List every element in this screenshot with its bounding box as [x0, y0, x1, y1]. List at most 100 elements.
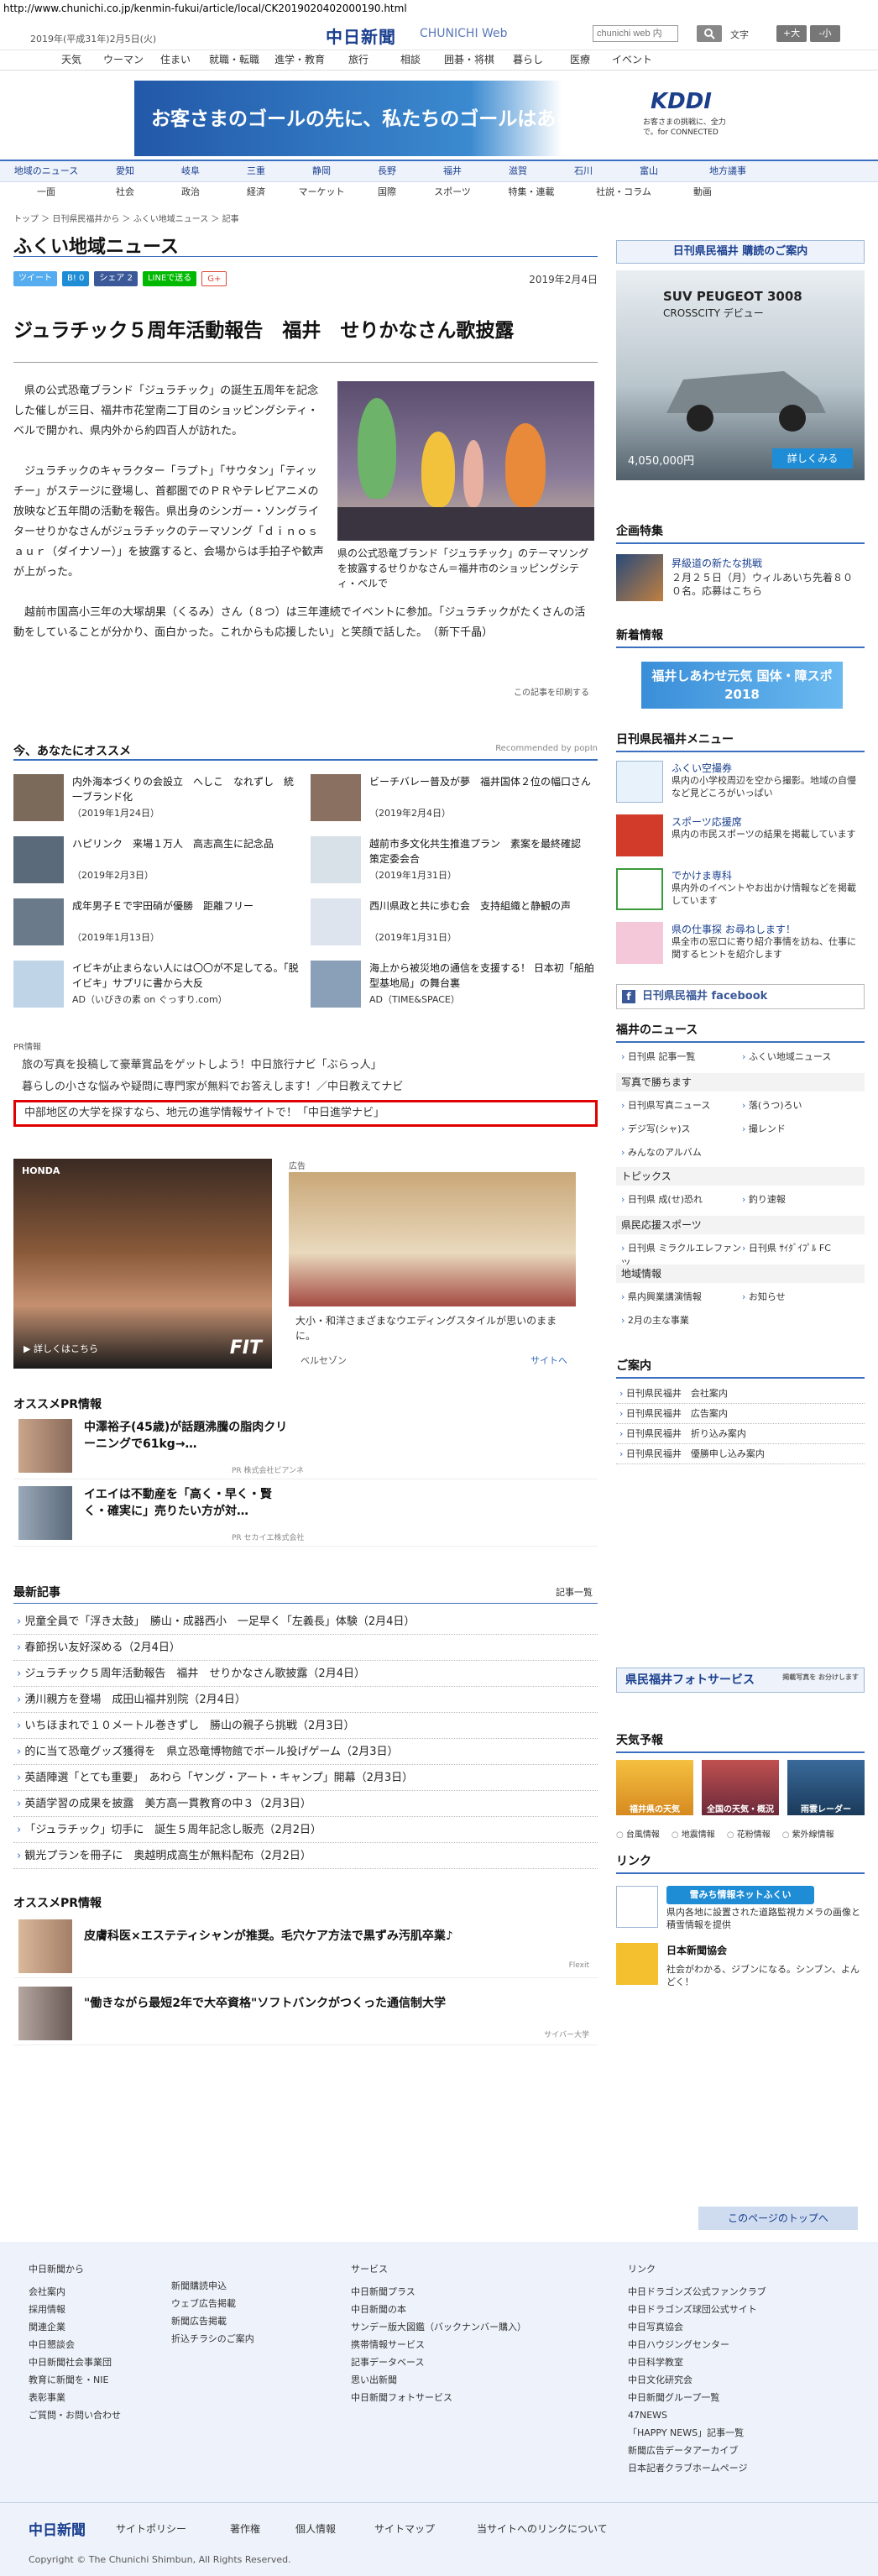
news-link[interactable]: ふくい地域ニュース: [742, 1050, 865, 1065]
weather-link[interactable]: 紫外線情報: [782, 1827, 834, 1840]
link-item[interactable]: 雪みち情報ネットふくい 県内各地に設置された道路監視カメラの画像と積雪情報を提供: [616, 1886, 865, 1933]
top-nav-item[interactable]: 医療: [554, 50, 606, 70]
top-nav-item[interactable]: 進学・教育: [267, 50, 332, 70]
footer-link[interactable]: 採用情報: [29, 2301, 121, 2318]
footer-link[interactable]: 新聞広告掲載: [171, 2312, 254, 2330]
top-nav-item[interactable]: 囲碁・将棋: [436, 50, 502, 70]
regional-nav-item[interactable]: 福井: [420, 161, 485, 181]
breadcrumb[interactable]: トップ ＞ 日刊県民福井から ＞ ふくい地域ニュース ＞ 記事: [13, 212, 239, 224]
latest-more-link[interactable]: 記事一覧: [556, 1585, 593, 1599]
honda-ad[interactable]: HONDA ▶ 詳しくはこちら FIT: [13, 1159, 272, 1369]
latest-item[interactable]: 湧川親方を登場 成田山福井別院（2月4日）: [13, 1687, 598, 1713]
footer-link[interactable]: 中日ドラゴンズ公式ファンクラブ: [628, 2283, 766, 2301]
regional-nav-item[interactable]: 三重: [223, 161, 289, 181]
menu-item[interactable]: 県の仕事探 お尋ねします！ 県全市の窓口に寄り紹介事情を訪ね、仕事に関するヒント…: [616, 922, 865, 972]
top-nav-item[interactable]: 就職・転職: [201, 50, 267, 70]
footer-link[interactable]: 「HAPPY NEWS」記事一覧: [628, 2424, 766, 2442]
pr-link[interactable]: 暮らしの小さな悩みや疑問に専門家が無料でお答えします！／中日教えてナビ: [22, 1076, 593, 1098]
latest-item[interactable]: 英語陣選「とても重要」 あわら「ヤング・アート・キャンプ」開幕（2月3日）: [13, 1765, 598, 1791]
line-share-button[interactable]: LINEで送る: [142, 271, 197, 286]
latest-item[interactable]: 児童全員で「浮き太鼓」 勝山・成器西小 一足早く「左義長」体験（2月4日）: [13, 1609, 598, 1635]
pr-highlight-box[interactable]: 中部地区の大学を探すなら、地元の進学情報サイトで！「中日進学ナビ」: [13, 1100, 598, 1127]
top-nav-item[interactable]: 旅行: [332, 50, 384, 70]
regional-nav-item[interactable]: 地域のニュース: [0, 161, 92, 181]
section-nav-item[interactable]: 政治: [158, 182, 223, 202]
recommend-item[interactable]: ハピリンク 来場１万人 高志高生に記念品 （2019年2月3日）: [13, 836, 301, 887]
weather-link[interactable]: 地震情報: [672, 1827, 715, 1840]
photo-link[interactable]: 撮レンド: [742, 1122, 865, 1137]
footer-bar-link[interactable]: サイトマップ: [374, 2521, 435, 2536]
photo-link[interactable]: 日刊県写真ニュース: [621, 1098, 744, 1113]
topics-link[interactable]: 日刊県 成(せ)恐れ: [621, 1192, 744, 1207]
annai-link[interactable]: 日刊県民福井 折り込み案内: [616, 1424, 865, 1444]
footer-link[interactable]: 新聞広告データアーカイブ: [628, 2442, 766, 2459]
section-nav-item[interactable]: 社説・コラム: [577, 182, 670, 202]
font-large-button[interactable]: +大: [776, 25, 807, 42]
footer-link[interactable]: 中日新聞フォトサービス: [351, 2389, 526, 2406]
facebook-page-button[interactable]: f 日刊県民福井 facebook: [616, 984, 865, 1009]
latest-item[interactable]: 春節拐い友好深める（2月4日）: [13, 1635, 598, 1661]
pr-link[interactable]: 旅の写真を投稿して豪華賞品をゲットしよう！中日旅行ナビ「ぶらっ人」: [22, 1055, 593, 1076]
footer-link[interactable]: 中日写真協会: [628, 2318, 766, 2336]
menu-item[interactable]: ふくい空撮券 県内の小学校周辺を空から撮影。地域の自慢など見どころがいっぱい: [616, 761, 865, 811]
weather-box[interactable]: 雨雲レーダー: [787, 1760, 865, 1815]
local-link[interactable]: 2月の主な事業: [621, 1313, 744, 1328]
footer-link[interactable]: 記事データベース: [351, 2353, 526, 2371]
footer-link[interactable]: 中日科学教室: [628, 2353, 766, 2371]
footer-link[interactable]: 新聞購読申込: [171, 2277, 254, 2295]
regional-nav-item[interactable]: 石川: [551, 161, 616, 181]
hatena-button[interactable]: B! 0: [62, 271, 90, 286]
sports-link[interactable]: 日刊県 ｻｲﾀﾞｲﾌﾟﾙ FC: [742, 1241, 865, 1256]
feature-item[interactable]: 昇級道の新たな挑戦 ２月２５日（月）ウィルあいち先着８００名。応募はこちら: [616, 554, 865, 601]
topics-link[interactable]: 釣り速報: [742, 1192, 865, 1207]
subscribe-button[interactable]: 日刊県民福井 購読のご案内: [616, 240, 865, 264]
latest-item[interactable]: 的に当て恐竜グッズ獲得を 県立恐竜博物館でボール投げゲーム（2月3日）: [13, 1739, 598, 1765]
photo-link[interactable]: 落(うつ)ろい: [742, 1098, 865, 1113]
footer-bar-link[interactable]: サイトポリシー: [116, 2521, 186, 2536]
gplus-button[interactable]: G+: [201, 271, 227, 286]
regional-nav-item[interactable]: 愛知: [92, 161, 158, 181]
print-link[interactable]: この記事を印刷する: [514, 685, 589, 698]
osusume-pr2-item[interactable]: "働きながら最短2年で大卒資格"ソフトバンクがつくった通信制大学 サイバー大学: [13, 1987, 598, 2045]
latest-item[interactable]: 観光プランを冊子に 奥越明成高生が無料配布（2月2日）: [13, 1843, 598, 1869]
footer-link[interactable]: 中日懇談会: [29, 2336, 121, 2353]
footer-logo[interactable]: 中日新聞: [29, 2518, 86, 2539]
latest-item[interactable]: ジュラチック５周年活動報告 福井 せりかなさん歌披露（2月4日）: [13, 1661, 598, 1687]
annai-link[interactable]: 日刊県民福井 優勝申し込み案内: [616, 1444, 865, 1464]
footer-link[interactable]: 折込チラシのご案内: [171, 2330, 254, 2348]
facebook-share-button[interactable]: シェア 2: [94, 271, 138, 286]
regional-nav-item[interactable]: 静岡: [289, 161, 354, 181]
footer-bar-link[interactable]: 個人情報: [295, 2521, 336, 2536]
footer-link[interactable]: 中日新聞プラス: [351, 2283, 526, 2301]
osusume-pr-item[interactable]: イエイは不動産を「高く・早く・賢く・確実に」売りたい方が対… PR セカイエ株式…: [13, 1486, 598, 1547]
osusume-pr-item[interactable]: 中澤裕子(45歳)が話題沸騰の脂肉クリーニングで61kg→… PR 株式会社ビア…: [13, 1419, 598, 1479]
pr-highlight-link[interactable]: 中部地区の大学を探すなら、地元の進学情報サイトで！「中日進学ナビ」: [16, 1102, 595, 1124]
wedding-ad-image[interactable]: [289, 1172, 576, 1306]
footer-link[interactable]: 表彰事業: [29, 2389, 121, 2406]
honda-ad-more[interactable]: ▶ 詳しくはこちら: [24, 1342, 98, 1355]
search-input[interactable]: [593, 25, 678, 42]
annai-link[interactable]: 日刊県民福井 会社案内: [616, 1384, 865, 1404]
recommend-item[interactable]: 越前市多文化共生推進プラン 素案を最終確認 策定委会合 （2019年1月31日）: [311, 836, 598, 887]
footer-link[interactable]: 中日新聞社会事業団: [29, 2353, 121, 2371]
footer-link[interactable]: 関連企業: [29, 2318, 121, 2336]
recommend-item[interactable]: 内外海本づくりの会設立 へしこ なれずし 統一ブランド化 （2019年1月24日…: [13, 774, 301, 825]
footer-link[interactable]: 思い出新聞: [351, 2371, 526, 2389]
recommend-item[interactable]: 西川県政と共に歩む会 支持組織と静観の声 （2019年1月31日）: [311, 898, 598, 949]
recommend-item[interactable]: イビキが止まらない人には〇〇が不足してる。「脱イビキ」サプリに書から大反 AD（…: [13, 961, 301, 1011]
footer-link[interactable]: 会社案内: [29, 2283, 121, 2301]
wedding-ad[interactable]: 広告 大小・和洋さまざまなウエディングスタイルが思いのままに。 ベルセゾン サイ…: [289, 1159, 576, 1369]
regional-nav-item[interactable]: 滋賀: [485, 161, 551, 181]
top-nav-item[interactable]: イベント: [606, 50, 658, 70]
footer-link[interactable]: 中日ハウジングセンター: [628, 2336, 766, 2353]
top-nav-item[interactable]: 暮らし: [502, 50, 554, 70]
link-item-button[interactable]: 雪みち情報ネットふくい: [666, 1886, 814, 1904]
local-link[interactable]: お知らせ: [742, 1290, 865, 1305]
top-nav-item[interactable]: 相談: [384, 50, 436, 70]
footer-link[interactable]: 日本記者クラブホームページ: [628, 2459, 766, 2477]
menu-item[interactable]: スポーツ応援席 県内の市民スポーツの結果を掲載しています: [616, 814, 865, 865]
suv-ad[interactable]: SUV PEUGEOT 3008 CROSSCITY デビュー 4,050,00…: [616, 270, 865, 480]
footer-link[interactable]: 中日文化研究会: [628, 2371, 766, 2389]
footer-bar-link[interactable]: 著作権: [230, 2521, 260, 2536]
footer-link[interactable]: 携帯情報サービス: [351, 2336, 526, 2353]
